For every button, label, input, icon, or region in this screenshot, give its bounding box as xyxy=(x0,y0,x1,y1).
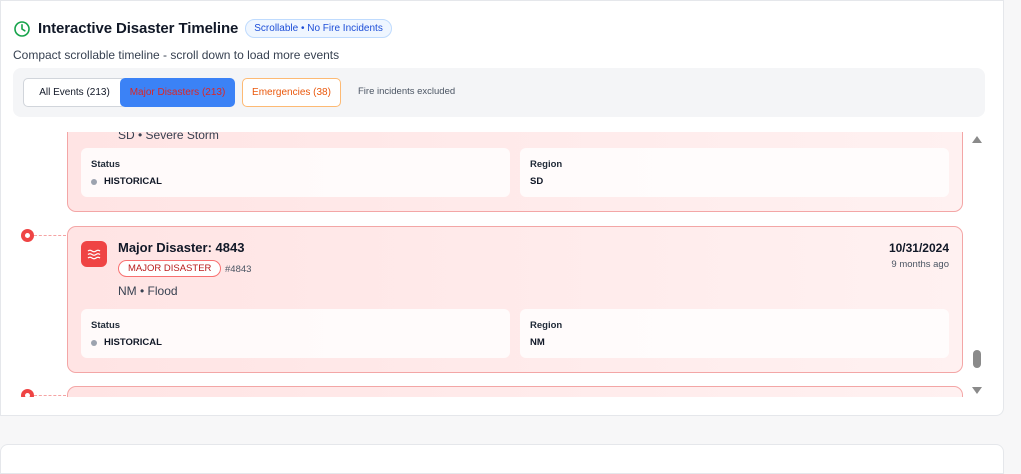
status-label: Status xyxy=(91,159,121,170)
clock-icon xyxy=(13,20,31,38)
status-dot-icon xyxy=(91,179,97,185)
filter-emergencies-button[interactable]: Emergencies (38) xyxy=(242,78,341,107)
filter-all-events-button[interactable]: All Events (213) xyxy=(23,78,126,107)
header-badge: Scrollable • No Fire Incidents xyxy=(245,19,392,38)
event-card[interactable] xyxy=(67,386,963,397)
region-value: SD xyxy=(530,176,544,187)
event-card[interactable]: SD • Severe Storm Status HISTORICAL Regi… xyxy=(67,132,963,212)
event-id: #4843 xyxy=(225,264,252,275)
filter-note: Fire incidents excluded xyxy=(358,86,456,97)
region-label: Region xyxy=(530,159,563,170)
event-type-badge: MAJOR DISASTER xyxy=(118,260,222,277)
event-title: Major Disaster: 4843 xyxy=(118,240,245,255)
timeline-scroll-area[interactable]: SD • Severe Storm Status HISTORICAL Regi… xyxy=(13,132,967,397)
status-value: HISTORICAL xyxy=(104,176,162,187)
timeline-scrollbar[interactable] xyxy=(971,132,983,397)
timeline-connector xyxy=(34,235,66,236)
timeline-header: Interactive Disaster Timeline Scrollable… xyxy=(13,19,392,38)
flood-waves-icon xyxy=(81,241,107,267)
scroll-up-arrow-icon[interactable] xyxy=(972,136,982,143)
region-box: Region SD xyxy=(520,148,949,197)
filter-major-disasters-button[interactable]: Major Disasters (213) xyxy=(120,78,235,107)
filter-bar: All Events (213) Major Disasters (213) E… xyxy=(13,68,985,117)
event-date: 10/31/2024 xyxy=(888,241,949,255)
next-panel xyxy=(0,444,1004,474)
timeline-dot-icon xyxy=(21,389,34,397)
event-location: SD • Severe Storm xyxy=(118,132,219,142)
status-label: Status xyxy=(91,320,121,331)
status-box: Status HISTORICAL xyxy=(81,309,510,358)
region-label: Region xyxy=(530,320,563,331)
timeline-panel: Interactive Disaster Timeline Scrollable… xyxy=(0,0,1004,416)
scroll-down-arrow-icon[interactable] xyxy=(972,387,982,394)
event-card[interactable]: Major Disaster: 4843 MAJOR DISASTER #484… xyxy=(67,226,963,373)
region-box: Region NM xyxy=(520,309,949,358)
event-relative-time: 9 months ago xyxy=(891,259,949,270)
scrollbar-thumb[interactable] xyxy=(973,350,981,368)
page-title: Interactive Disaster Timeline xyxy=(38,20,239,37)
region-value: NM xyxy=(530,337,545,348)
timeline-connector xyxy=(34,395,66,396)
page-subtitle: Compact scrollable timeline - scroll dow… xyxy=(13,48,340,62)
event-location: NM • Flood xyxy=(118,284,178,298)
status-value: HISTORICAL xyxy=(104,337,162,348)
status-dot-icon xyxy=(91,340,97,346)
status-box: Status HISTORICAL xyxy=(81,148,510,197)
timeline-dot-icon xyxy=(21,229,34,242)
